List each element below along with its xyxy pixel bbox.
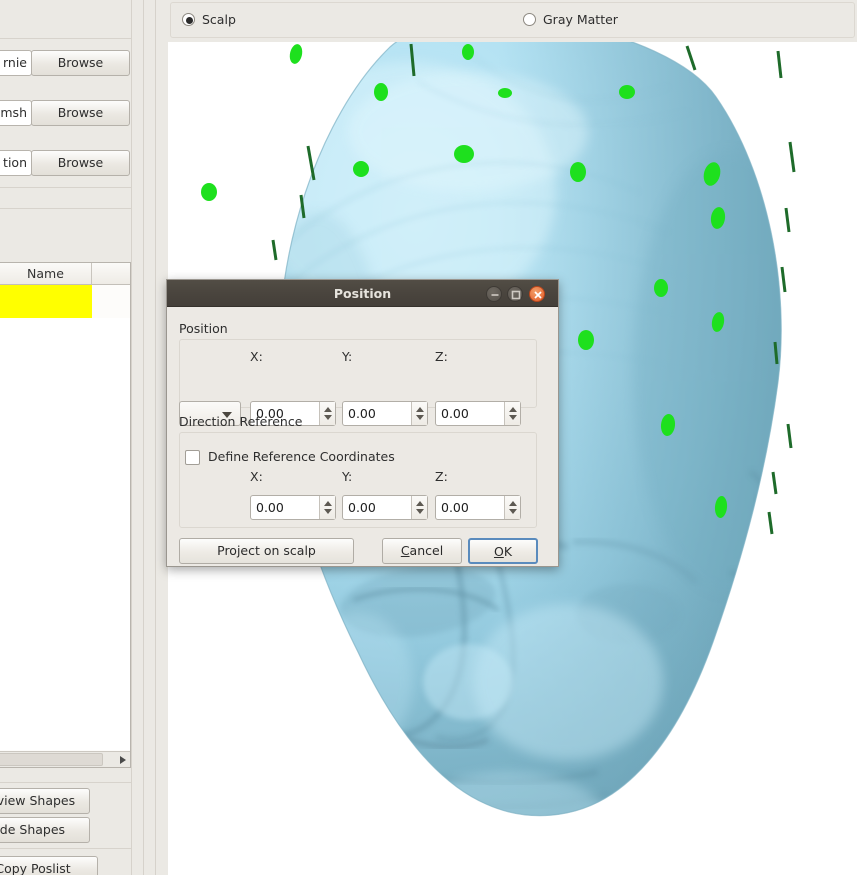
position-x-label: X: <box>250 349 263 364</box>
direction-y-stepper[interactable] <box>411 496 427 519</box>
direction-z-value[interactable]: 0.00 <box>441 496 469 519</box>
table-cell-name-selected[interactable] <box>0 285 92 318</box>
surface-selector-bar: Scalp Gray Matter <box>168 0 857 42</box>
panel-splitter[interactable] <box>131 0 168 875</box>
direction-x-label: X: <box>250 469 263 484</box>
position-x-stepper[interactable] <box>319 402 335 425</box>
direction-y-value[interactable]: 0.00 <box>348 496 376 519</box>
table-body <box>0 318 130 750</box>
preview-shapes-button[interactable]: Preview Shapes <box>0 788 90 814</box>
file-path-field-2[interactable]: msh <box>0 100 32 126</box>
position-y-spinner[interactable]: 0.00 <box>342 401 428 426</box>
browse-button-2[interactable]: Browse <box>31 100 130 126</box>
table-header-cell-name[interactable]: Name <box>0 263 92 284</box>
position-z-label: Z: <box>435 349 448 364</box>
browse-button-1[interactable]: Browse <box>31 50 130 76</box>
scrollbar-thumb[interactable] <box>0 753 103 766</box>
position-z-spinner[interactable]: 0.00 <box>435 401 521 426</box>
radio-label-scalp: Scalp <box>202 12 236 27</box>
close-icon[interactable] <box>529 286 545 302</box>
minimize-icon[interactable] <box>486 286 502 302</box>
direction-x-spinner[interactable]: 0.00 <box>250 495 336 520</box>
ok-button[interactable]: OK <box>468 538 538 564</box>
hide-shapes-button[interactable]: Hide Shapes <box>0 817 90 843</box>
file-path-field-3[interactable]: tion <box>0 150 32 176</box>
position-section-frame <box>179 339 537 408</box>
browse-button-3[interactable]: Browse <box>31 150 130 176</box>
maximize-icon[interactable] <box>507 286 523 302</box>
radio-label-gray-matter: Gray Matter <box>543 12 618 27</box>
define-reference-coordinates-label: Define Reference Coordinates <box>208 449 395 464</box>
scroll-right-arrow-icon[interactable] <box>116 752 130 767</box>
cancel-button[interactable]: Cancel <box>382 538 462 564</box>
position-z-stepper[interactable] <box>504 402 520 425</box>
position-dialog: Position Position X: Y: Z: 0.00 0.00 0.0… <box>166 279 559 567</box>
file-path-field-1[interactable]: rnie <box>0 50 32 76</box>
position-y-label: Y: <box>342 349 353 364</box>
define-reference-coordinates-checkbox[interactable] <box>185 450 200 465</box>
dialog-body: Position X: Y: Z: 0.00 0.00 0.00 Directi… <box>167 307 558 566</box>
direction-section-label: Direction Reference <box>179 414 303 429</box>
position-y-value[interactable]: 0.00 <box>348 402 376 425</box>
application-window: rnie Browse msh Browse tion Browse Name … <box>0 0 857 875</box>
radio-button-icon-scalp[interactable] <box>182 13 195 26</box>
left-panel: rnie Browse msh Browse tion Browse Name … <box>0 0 142 875</box>
direction-y-spinner[interactable]: 0.00 <box>342 495 428 520</box>
surface-selector-frame <box>170 2 855 38</box>
project-on-scalp-button[interactable]: Project on scalp <box>179 538 354 564</box>
copy-poslist-button[interactable]: Copy Poslist <box>0 856 98 875</box>
poslist-table[interactable]: Name <box>0 262 131 768</box>
direction-z-stepper[interactable] <box>504 496 520 519</box>
direction-x-value[interactable]: 0.00 <box>256 496 284 519</box>
direction-y-label: Y: <box>342 469 353 484</box>
radio-button-icon-gray-matter[interactable] <box>523 13 536 26</box>
table-header-row: Name <box>0 263 130 285</box>
table-horizontal-scrollbar[interactable] <box>0 751 130 767</box>
direction-z-label: Z: <box>435 469 448 484</box>
direction-x-stepper[interactable] <box>319 496 335 519</box>
direction-z-spinner[interactable]: 0.00 <box>435 495 521 520</box>
position-section-label: Position <box>179 321 228 336</box>
dialog-titlebar[interactable]: Position <box>167 280 558 307</box>
position-y-stepper[interactable] <box>411 402 427 425</box>
position-z-value[interactable]: 0.00 <box>441 402 469 425</box>
